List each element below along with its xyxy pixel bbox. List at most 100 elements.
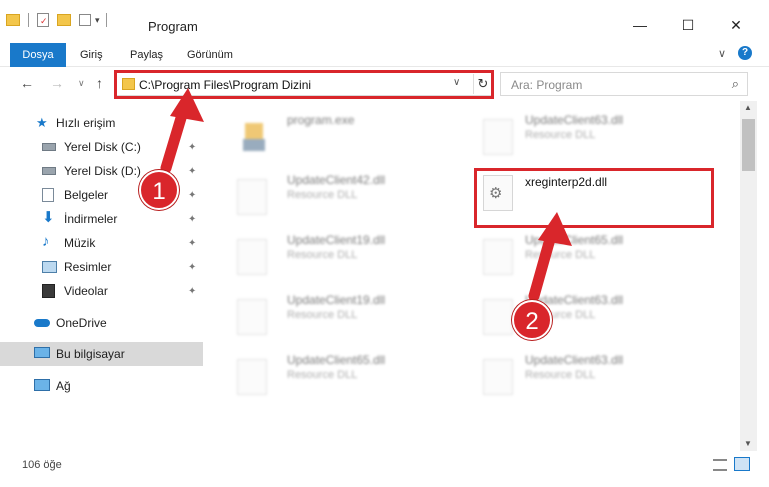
dll-file-icon — [483, 239, 513, 275]
video-icon — [42, 284, 55, 298]
forward-button[interactable]: → — [50, 75, 64, 91]
ribbon-tabs: Dosya Giriş Paylaş Görünüm ∨ ? — [0, 43, 769, 67]
sidebar-item-network[interactable]: Ağ — [0, 374, 203, 398]
list-item[interactable]: program.exe — [227, 113, 467, 173]
sidebar-item-videos[interactable]: Videolar ✦ — [0, 279, 203, 303]
sidebar-item-label: İndirmeler — [64, 212, 118, 226]
pin-icon: ✦ — [188, 261, 197, 273]
sidebar-item-local-disk-c[interactable]: Yerel Disk (C:) ✦ — [0, 135, 203, 159]
file-description: Resource DLL — [287, 309, 358, 321]
sidebar-item-label: OneDrive — [56, 316, 107, 330]
cloud-icon — [34, 319, 50, 327]
callout-badge-1: 1 — [139, 170, 179, 210]
sidebar-item-label: Resimler — [64, 260, 112, 274]
large-icons-view-icon[interactable] — [734, 457, 750, 471]
sidebar-item-label: Hızlı erişim — [56, 116, 116, 130]
details-view-icon[interactable] — [713, 459, 727, 471]
computer-icon — [34, 347, 50, 358]
sidebar-item-label: Yerel Disk (D:) — [64, 164, 141, 178]
pin-icon: ✦ — [188, 285, 197, 297]
window-title: Program — [148, 19, 198, 34]
exe-file-icon — [237, 119, 267, 155]
list-item[interactable]: UpdateClient63.dll Resource DLL — [473, 293, 713, 353]
title-bar: ✓ ▾ Program — ☐ ✕ — [0, 0, 769, 40]
ribbon-expand-button[interactable]: ∨ — [718, 47, 726, 60]
file-description: Resource DLL — [287, 369, 358, 381]
file-name: UpdateClient19.dll — [287, 233, 386, 247]
sidebar-item-label: Belgeler — [64, 188, 109, 202]
address-bar-highlight — [114, 70, 494, 99]
maximize-button[interactable]: ☐ — [668, 10, 708, 40]
pin-icon: ✦ — [188, 165, 197, 177]
file-name: UpdateClient63.dll — [525, 113, 624, 127]
file-description: Resource DLL — [287, 249, 358, 261]
file-name: UpdateClient63.dll — [525, 353, 624, 367]
status-bar: 106 öğe — [0, 451, 769, 487]
sidebar-item-this-pc[interactable]: Bu bilgisayar — [0, 342, 203, 366]
dll-file-icon — [483, 359, 513, 395]
file-description: Resource DLL — [287, 189, 358, 201]
list-item[interactable]: UpdateClient19.dll Resource DLL — [227, 293, 467, 353]
folder-icon[interactable] — [6, 14, 20, 26]
minimize-button[interactable]: — — [620, 10, 660, 40]
file-name: UpdateClient65.dll — [525, 233, 624, 247]
up-button[interactable]: ↑ — [96, 75, 103, 91]
list-item[interactable]: UpdateClient65.dll Resource DLL — [473, 233, 713, 293]
sidebar-item-label: Bu bilgisayar — [56, 347, 125, 361]
list-item[interactable]: UpdateClient19.dll Resource DLL — [227, 233, 467, 293]
sidebar-item-quick-access[interactable]: ★ Hızlı erişim — [0, 111, 203, 135]
sidebar-item-label: Ağ — [56, 379, 71, 393]
callout-badge-2: 2 — [512, 300, 552, 340]
navigation-pane: ★ Hızlı erişim Yerel Disk (C:) ✦ Yerel D… — [0, 101, 207, 451]
dll-file-icon — [237, 239, 267, 275]
tab-share[interactable]: Paylaş — [130, 43, 163, 67]
download-icon: ⬇ — [42, 209, 55, 226]
tab-home[interactable]: Giriş — [80, 43, 103, 67]
scroll-down-icon[interactable]: ▼ — [744, 439, 752, 448]
pin-icon: ✦ — [188, 213, 197, 225]
quick-access-toolbar: ✓ ▾ — [6, 0, 107, 40]
recent-locations-button[interactable]: ∨ — [78, 78, 85, 89]
search-icon: ⌕ — [731, 76, 739, 91]
file-description: Resource DLL — [525, 129, 596, 141]
pin-icon: ✦ — [188, 141, 197, 153]
scrollbar-thumb[interactable] — [742, 119, 755, 171]
search-box[interactable]: Ara: Program ⌕ — [500, 72, 748, 96]
file-list: program.exe UpdateClient42.dll Resource … — [207, 101, 740, 451]
sidebar-item-label: Yerel Disk (C:) — [64, 140, 141, 154]
file-name: UpdateClient19.dll — [287, 293, 386, 307]
sidebar-item-label: Müzik — [64, 236, 96, 250]
tab-view[interactable]: Görünüm — [187, 43, 233, 67]
list-item[interactable]: UpdateClient42.dll Resource DLL — [227, 173, 467, 233]
back-button[interactable]: ← — [20, 75, 34, 91]
file-highlight — [474, 168, 714, 228]
properties-icon[interactable]: ✓ — [37, 13, 49, 27]
sidebar-item-music[interactable]: ♪ Müzik ✦ — [0, 231, 203, 255]
separator — [105, 13, 107, 27]
file-name: program.exe — [287, 113, 355, 127]
tab-file[interactable]: Dosya — [10, 43, 66, 67]
list-item[interactable]: UpdateClient65.dll Resource DLL — [227, 353, 467, 413]
network-icon — [34, 379, 50, 391]
item-count: 106 öğe — [22, 459, 62, 471]
pictures-icon — [42, 261, 57, 273]
new-folder-icon[interactable] — [57, 14, 71, 26]
dll-file-icon — [237, 359, 267, 395]
customize-toolbar-icon[interactable] — [79, 14, 91, 26]
sidebar-item-downloads[interactable]: ⬇ İndirmeler ✦ — [0, 207, 203, 231]
scroll-up-icon[interactable]: ▲ — [744, 103, 752, 112]
search-input[interactable]: Ara: Program — [511, 78, 582, 92]
chevron-down-icon[interactable]: ▾ — [95, 15, 100, 26]
list-item[interactable]: UpdateClient63.dll Resource DLL — [473, 113, 713, 173]
help-button[interactable]: ? — [738, 46, 752, 60]
pin-icon: ✦ — [188, 237, 197, 249]
sidebar-item-pictures[interactable]: Resimler ✦ — [0, 255, 203, 279]
list-item[interactable]: UpdateClient63.dll Resource DLL — [473, 353, 713, 413]
documents-icon — [42, 188, 54, 202]
dll-file-icon — [483, 119, 513, 155]
sidebar-item-onedrive[interactable]: OneDrive — [0, 311, 203, 335]
sidebar-item-label: Videolar — [64, 284, 108, 298]
vertical-scrollbar[interactable]: ▲ ▼ — [740, 101, 757, 451]
pin-icon: ✦ — [188, 189, 197, 201]
close-button[interactable]: ✕ — [716, 10, 756, 40]
